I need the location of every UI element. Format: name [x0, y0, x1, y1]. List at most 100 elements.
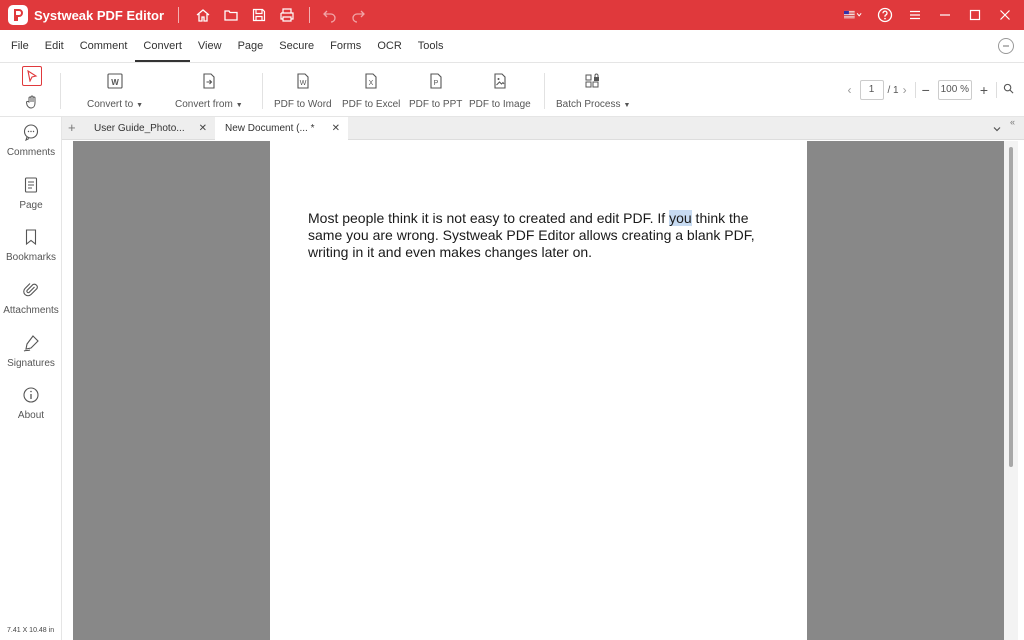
page-size-readout: 7.41 X 10.48 in: [7, 627, 55, 634]
print-icon[interactable]: [273, 0, 301, 30]
page-zoom-controls: ‹ 1 / 1 › − 100 % +: [844, 79, 1015, 101]
redo-icon[interactable]: [344, 0, 372, 30]
prev-page-icon[interactable]: ‹: [844, 83, 856, 97]
close-icon[interactable]: [990, 0, 1020, 30]
sidebar-item-page[interactable]: Page: [0, 176, 62, 211]
maximize-icon[interactable]: [960, 0, 990, 30]
page-number-input[interactable]: 1: [859, 80, 884, 100]
pager-separator: [914, 82, 916, 98]
menu-view[interactable]: View: [190, 30, 230, 63]
close-tab-icon[interactable]: ✕: [199, 117, 207, 140]
toolbar-separator: [544, 73, 545, 109]
app-logo-icon: [8, 5, 28, 25]
menu-ocr[interactable]: OCR: [369, 30, 409, 63]
sidebar-item-bookmarks[interactable]: Bookmarks: [0, 228, 62, 263]
left-sidebar: Comments Page Bookmarks Attachments Sign…: [0, 117, 62, 640]
collapse-right-panel-icon[interactable]: «: [1010, 117, 1021, 140]
hand-tool-icon[interactable]: [22, 92, 42, 112]
tab-user-guide[interactable]: User Guide_Photo... ✕: [84, 117, 215, 140]
toolbar-separator: [60, 73, 61, 109]
excel-file-icon: X: [361, 71, 381, 91]
menu-edit[interactable]: Edit: [37, 30, 72, 63]
total-pages: / 1: [887, 84, 899, 96]
vertical-scrollbar[interactable]: [1004, 141, 1018, 640]
image-file-icon: [490, 71, 510, 91]
batch-grid-lock-icon: [583, 71, 603, 91]
tab-new-document[interactable]: New Document (... * ✕: [215, 117, 348, 140]
pdf-to-image-button[interactable]: PDF to Image: [469, 71, 531, 110]
zoom-input[interactable]: 100 %: [937, 80, 972, 100]
convert-from-button[interactable]: Convert from ▼: [175, 71, 243, 110]
scrollbar-thumb[interactable]: [1009, 147, 1013, 467]
zoom-out-icon[interactable]: −: [920, 82, 932, 98]
tab-label: New Document (... *: [225, 123, 315, 134]
sidebar-item-label: Bookmarks: [5, 252, 56, 263]
pdf-to-excel-label: PDF to Excel: [342, 99, 401, 110]
word-doc-icon: W: [105, 71, 125, 91]
svg-text:W: W: [299, 80, 306, 87]
next-page-icon[interactable]: ›: [899, 83, 911, 97]
folder-icon[interactable]: [217, 0, 245, 30]
menu-comment[interactable]: Comment: [72, 30, 136, 63]
search-icon[interactable]: [1003, 83, 1014, 97]
tab-label: User Guide_Photo...: [94, 123, 185, 134]
word-file-icon: W: [293, 71, 313, 91]
dropdown-caret-icon: ▼: [136, 102, 144, 109]
menu-file[interactable]: File: [3, 30, 37, 63]
menu-tools[interactable]: Tools: [410, 30, 452, 63]
menu-convert[interactable]: Convert: [135, 30, 190, 63]
batch-process-button[interactable]: Batch Process ▼: [556, 71, 630, 110]
pdf-to-ppt-label: PDF to PPT: [409, 99, 463, 110]
sidebar-item-attachments[interactable]: Attachments: [0, 281, 62, 316]
app-title: Systweak PDF Editor: [34, 7, 165, 23]
convert-to-button[interactable]: W Convert to ▼: [87, 71, 143, 110]
dropdown-caret-icon: ▼: [623, 102, 631, 109]
sidebar-item-about[interactable]: About: [0, 386, 62, 421]
sidebar-item-label: Attachments: [3, 305, 59, 316]
sidebar-item-comments[interactable]: Comments: [0, 123, 62, 158]
title-bar: Systweak PDF Editor: [0, 0, 1024, 30]
pdf-to-image-label: PDF to Image: [469, 99, 531, 110]
info-icon: [23, 387, 39, 403]
add-tab-icon[interactable]: +: [68, 120, 76, 135]
convert-toolbar: W Convert to ▼ Convert from ▼ W PDF to Wor…: [0, 63, 1024, 117]
file-import-icon: [199, 71, 219, 91]
tab-list-chevron-down-icon[interactable]: [992, 121, 1002, 139]
close-tab-icon[interactable]: ✕: [332, 117, 340, 140]
toolbar-separator: [262, 73, 263, 109]
batch-process-label: Batch Process: [556, 99, 621, 110]
pdf-to-excel-button[interactable]: X PDF to Excel: [342, 71, 400, 110]
pdf-to-word-button[interactable]: W PDF to Word: [274, 71, 332, 110]
sidebar-item-signatures[interactable]: Signatures: [0, 334, 62, 369]
paperclip-icon: [23, 283, 38, 297]
pdf-page[interactable]: Most people think it is not easy to crea…: [270, 141, 807, 640]
hamburger-menu-icon[interactable]: [900, 0, 930, 30]
undo-icon[interactable]: [316, 0, 344, 30]
sidebar-item-label: Page: [19, 200, 43, 211]
help-icon[interactable]: [870, 0, 900, 30]
flag-us-icon[interactable]: [836, 0, 870, 30]
select-cursor-icon[interactable]: [22, 66, 42, 86]
selected-text: you: [669, 210, 692, 226]
pen-icon: [23, 335, 39, 352]
menu-page[interactable]: Page: [230, 30, 272, 63]
convert-from-label: Convert from: [175, 99, 233, 110]
home-icon[interactable]: [189, 0, 217, 30]
collapse-ribbon-icon[interactable]: [998, 38, 1014, 54]
svg-text:P: P: [433, 80, 438, 87]
minimize-icon[interactable]: [930, 0, 960, 30]
menu-secure[interactable]: Secure: [271, 30, 322, 63]
text-before: Most people think it is not easy to crea…: [308, 210, 670, 226]
cursor-tools: [22, 66, 42, 118]
sidebar-item-label: Signatures: [7, 358, 55, 369]
menu-forms[interactable]: Forms: [322, 30, 369, 63]
pdf-to-word-label: PDF to Word: [274, 99, 332, 110]
svg-text:W: W: [111, 78, 119, 87]
save-icon[interactable]: [245, 0, 273, 30]
zoom-in-icon[interactable]: +: [978, 82, 990, 98]
sidebar-item-label: About: [17, 410, 45, 421]
page-text-block[interactable]: Most people think it is not easy to crea…: [308, 210, 778, 261]
bookmark-icon: [25, 229, 37, 246]
document-tab-bar: + User Guide_Photo... ✕ New Document (..…: [62, 117, 1024, 140]
pdf-to-ppt-button[interactable]: P PDF to PPT: [409, 71, 462, 110]
